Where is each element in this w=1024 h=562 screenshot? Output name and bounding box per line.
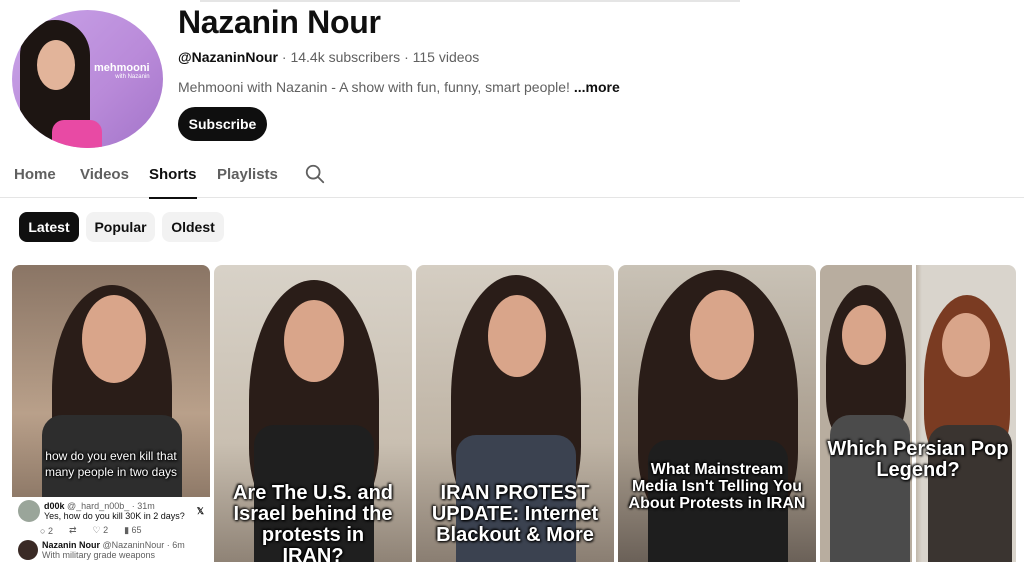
tweet-card: d00k @_hard_n00b_ · 31m Yes, how do you …: [12, 497, 210, 562]
chip-popular[interactable]: Popular: [86, 212, 155, 242]
short-caption: Which Persian Pop Legend?: [827, 438, 1009, 481]
avatar-shirt: [52, 120, 102, 148]
reply-icon: ○ 2: [40, 525, 53, 536]
reply-user: Nazanin Nour: [42, 540, 101, 550]
channel-avatar[interactable]: mehmooni with Nazanin: [12, 10, 163, 148]
like-icon: ♡ 2: [92, 525, 109, 535]
channel-tabs: Home Videos Shorts Playlists: [0, 155, 1024, 199]
channel-description[interactable]: Mehmooni with Nazanin - A show with fun,…: [178, 79, 620, 95]
avatar-face: [37, 40, 75, 90]
reply-meta: Nazanin Nour @NazaninNour · 6m: [42, 540, 185, 550]
short-caption: IRAN PROTEST UPDATE: Internet Blackout &…: [431, 482, 599, 546]
retweet-icon: ⇄: [68, 525, 77, 535]
short-thumbnail[interactable]: Are The U.S. and Israel behind the prote…: [214, 265, 412, 562]
reply-text: With military grade weapons: [42, 550, 156, 560]
short-thumbnail[interactable]: how do you even kill that many people in…: [12, 265, 210, 562]
channel-name: Nazanin Nour: [178, 4, 381, 40]
short-thumbnail[interactable]: Which Persian Pop Legend?: [820, 265, 1016, 562]
short-caption: Are The U.S. and Israel behind the prote…: [232, 482, 394, 562]
meta-separator: ·: [281, 49, 287, 65]
tweet-actions: ○ 2 ⇄ ♡ 2 ▮ 65: [40, 525, 204, 536]
person-face: [488, 295, 546, 377]
reply-handle: @NazaninNour: [102, 540, 165, 550]
person-face: [690, 290, 754, 380]
like-count: 2: [103, 525, 109, 535]
reply-body: Nazanin Nour @NazaninNour · 6m With mili…: [42, 540, 185, 560]
avatar-brand-name: mehmooni: [94, 62, 150, 74]
x-logo-icon: 𝕏: [196, 505, 204, 516]
chip-latest[interactable]: Latest: [19, 212, 79, 242]
short-thumbnail[interactable]: What Mainstream Media Isn't Telling You …: [618, 265, 816, 562]
top-divider: [200, 0, 740, 2]
person-face: [284, 300, 344, 382]
tweet-handle: @_hard_n00b_: [67, 501, 130, 511]
meta-separator: ·: [404, 49, 409, 65]
more-link[interactable]: ...more: [574, 79, 620, 95]
channel-meta: @NazaninNour · 14.4k subscribers · 115 v…: [178, 49, 479, 65]
tab-home[interactable]: Home: [14, 166, 56, 183]
subscribe-button[interactable]: Subscribe: [178, 107, 267, 141]
tweet-header: d00k @_hard_n00b_ · 31m Yes, how do you …: [18, 500, 204, 522]
views-icon: ▮ 65: [124, 525, 142, 535]
tab-videos[interactable]: Videos: [80, 166, 129, 183]
reply-count: 2: [47, 525, 53, 536]
tweet-avatar: [18, 500, 40, 522]
avatar-brand: mehmooni with Nazanin: [94, 62, 150, 80]
reply-time: · 6m: [166, 540, 185, 550]
tab-playlists[interactable]: Playlists: [217, 166, 278, 183]
tweet-body: d00k @_hard_n00b_ · 31m Yes, how do you …: [44, 501, 185, 521]
reply-tweet: Nazanin Nour @NazaninNour · 6m With mili…: [18, 540, 204, 560]
description-text: Mehmooni with Nazanin - A show with fun,…: [178, 79, 570, 95]
tweet-user: d00k: [44, 501, 65, 511]
search-icon[interactable]: [304, 163, 326, 185]
person-face: [842, 305, 886, 365]
split-divider: [912, 265, 916, 562]
tweet-time: · 31m: [131, 501, 155, 511]
tweet-text: Yes, how do you kill 30K in 2 days?: [44, 511, 185, 521]
subscriber-count: 14.4k subscribers: [290, 49, 401, 65]
tweet-meta: d00k @_hard_n00b_ · 31m: [44, 501, 185, 511]
view-count: 65: [131, 525, 142, 535]
video-count: 115 videos: [412, 49, 480, 65]
guest-face: [942, 313, 990, 377]
tab-shorts[interactable]: Shorts: [149, 166, 197, 199]
person-face: [82, 295, 146, 383]
reply-avatar: [18, 540, 38, 560]
avatar-brand-sub: with Nazanin: [115, 74, 150, 80]
chip-oldest[interactable]: Oldest: [162, 212, 224, 242]
short-thumbnail[interactable]: IRAN PROTEST UPDATE: Internet Blackout &…: [416, 265, 614, 562]
channel-handle: @NazaninNour: [178, 49, 278, 65]
short-caption: What Mainstream Media Isn't Telling You …: [628, 461, 806, 512]
short-caption: how do you even kill that many people in…: [44, 449, 178, 479]
